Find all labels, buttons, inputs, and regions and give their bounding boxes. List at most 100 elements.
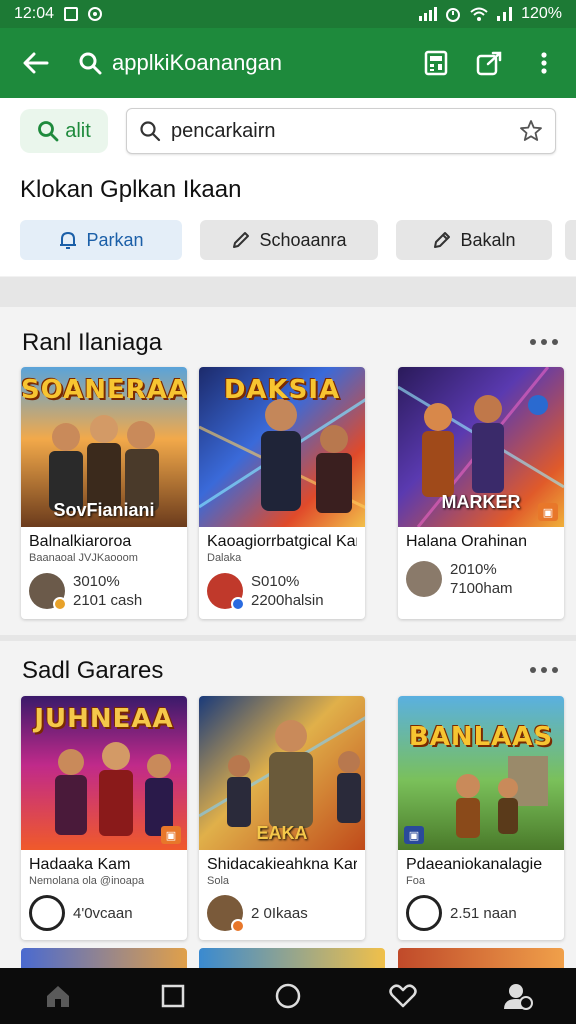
game-downloads: 2.51 naan [450,904,517,922]
game-developer: Sola [207,875,230,887]
chip-bakaln[interactable]: Bakaln [396,220,552,260]
age-badge: ▣ [161,826,181,844]
section-ranl-ilaniaga: Ranl Ilaniaga SOANERAAS SovFianiani Baln… [0,307,576,635]
game-card-peek[interactable] [398,948,564,968]
filter-label: alit [65,119,91,142]
game-card[interactable]: EAKA Shidacakieahkna Kar Sola 2 0Ikaas [199,696,365,940]
chip-parkan[interactable]: Parkan [20,220,182,260]
game-art: EAKA [199,696,365,850]
search-box[interactable] [126,108,556,154]
signal-icon-2 [497,7,513,21]
game-art: BANLAAS ▣ [398,696,564,850]
section-divider [0,277,576,307]
square-icon [161,984,185,1008]
game-name: Pdaeaniokanalagie [406,856,543,873]
game-card[interactable]: DAKSIA Kaoagiorrbatgical Kar Dalaka S010… [199,367,365,619]
game-downloads: 2 0Ikaas [251,904,308,922]
game-card-peek[interactable] [199,948,385,968]
app-bar: applkiKoanangan [0,28,576,98]
battery-percent: 120% [521,5,562,22]
section-title: Ranl Ilaniaga [22,329,163,356]
star-outline-icon[interactable] [519,119,543,143]
chip-label: Bakaln [460,229,516,250]
game-art-title: SOANERAAS [21,375,187,405]
game-art: JUHNEAA ▣ [21,696,187,850]
pen-icon [434,232,451,248]
category-title: Klokan Gplkan Ikaan [20,176,242,203]
game-developer: Foa [406,875,425,887]
age-badge: ▣ [404,826,424,844]
avatar [406,895,442,931]
game-name: Balnalkiaroroa [29,533,132,550]
overflow-menu-button[interactable] [528,47,560,79]
search-icon [76,49,104,77]
chip-label: Parkan [86,229,144,250]
game-art: DAKSIA [199,367,365,527]
status-time: 12:04 [14,5,55,22]
game-downloads: 2101 cash [73,592,143,609]
game-art: MARKER ▣ [398,367,564,527]
section-sadl-garares: Sadl Garares JUHNEAA ▣ Hadaaka Kam Nemol… [0,641,576,968]
game-downloads: 2200halsin [251,592,324,609]
search-icon-green [38,121,59,142]
nav-favorites[interactable] [375,968,431,1024]
game-name: Hadaaka Kam [29,856,131,873]
notification-icon [64,7,79,21]
home-icon [46,986,69,1007]
game-name: Shidacakieahkna Kar [207,856,357,873]
search-input[interactable] [171,119,509,143]
heart-icon [389,984,417,1008]
chip-label: Schoaanra [259,229,347,250]
game-card[interactable]: MARKER ▣ Halana Orahinan 2010% 7100ham [398,367,564,619]
game-art-title: BANLAAS [408,722,554,752]
game-name: Kaoagiorrbatgical Kar [207,533,357,550]
chip-schoaanra[interactable]: Schoaanra [200,220,378,260]
calculator-button[interactable] [420,47,452,79]
game-rating: S010% [251,573,300,590]
sync-icon [88,7,103,21]
game-card[interactable]: SOANERAAS SovFianiani Balnalkiaroroa Baa… [21,367,187,619]
app-title: applkiKoanangan [112,50,283,75]
game-art-subtitle: SovFianiani [53,500,155,520]
game-downloads: 4'0vcaan [73,904,133,922]
game-rating: 3010% [73,573,120,590]
calculator-icon [424,50,448,76]
game-rating: 2010% [450,561,497,578]
age-badge: ▣ [538,503,558,521]
search-icon-gray [140,121,161,142]
category-section: Klokan Gplkan Ikaan Parkan Schoaanra Bak… [0,164,576,276]
back-button[interactable] [16,43,56,83]
bell-icon [60,232,77,249]
game-name: Halana Orahinan [406,533,527,550]
game-art-subtitle: EAKA [256,823,308,843]
nav-home[interactable] [30,968,86,1024]
section-more-button[interactable] [530,667,558,673]
profile-icon [504,984,534,1010]
nav-recents[interactable] [145,968,201,1024]
avatar [406,561,442,597]
alarm-icon [446,8,461,22]
section-more-button[interactable] [530,339,558,345]
nav-profile[interactable] [490,968,546,1024]
share-button[interactable] [474,47,506,79]
game-card[interactable]: BANLAAS ▣ Pdaeaniokanalagie Foa 2.51 naa… [398,696,564,940]
game-developer: Baanaoal JVJKaooom [29,552,138,564]
avatar [29,573,67,611]
game-art: SOANERAAS SovFianiani [21,367,187,527]
game-developer: Dalaka [207,552,242,564]
wifi-icon [470,7,488,21]
game-card[interactable]: JUHNEAA ▣ Hadaaka Kam Nemolana ola @inoa… [21,696,187,940]
status-bar: 12:04 120% [0,0,576,28]
pencil-icon [233,232,250,248]
more-vertical-icon [541,52,547,74]
signal-icon [419,7,438,21]
game-developer: Nemolana ola @inoapa [29,875,145,887]
filter-chip[interactable]: alit [20,109,108,153]
chip-overflow[interactable] [565,220,576,260]
nav-home-circle[interactable] [260,968,316,1024]
game-card-peek[interactable] [21,948,187,968]
share-icon [476,51,502,76]
bottom-navigation [0,968,576,1024]
avatar [29,895,65,931]
search-row: alit [0,98,576,164]
